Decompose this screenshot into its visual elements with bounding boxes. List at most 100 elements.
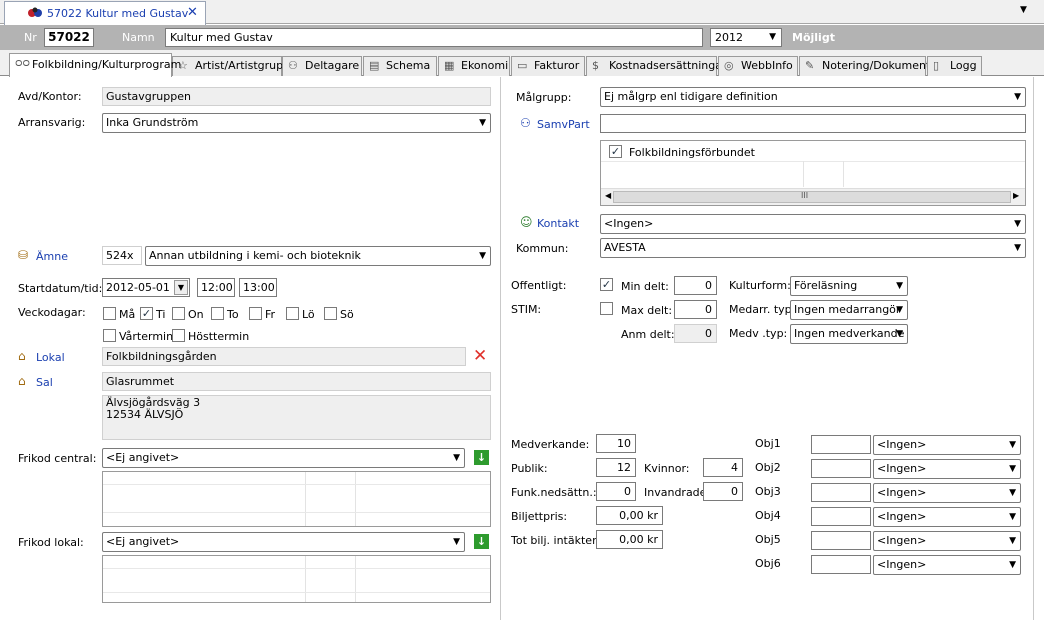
biljettpris-field[interactable]: 0,00 kr [596, 506, 663, 525]
document-tab[interactable]: 57022 Kultur med Gustav ✕ [4, 1, 206, 25]
add-down-arrow-icon[interactable]: ↓ [474, 450, 489, 465]
chevron-down-icon: ▼ [479, 118, 486, 128]
end-time-field[interactable]: 13:00 [239, 278, 277, 297]
obj4-field[interactable] [811, 507, 871, 526]
tab-notering[interactable]: ✎ Notering/Dokument [799, 56, 930, 76]
offentligt-checkbox[interactable]: ✓ [600, 278, 613, 291]
frikod-central-grid[interactable] [102, 471, 491, 527]
start-date-field[interactable]: 2012-05-01 ▼ [102, 278, 190, 297]
max-delt-field[interactable]: 0 [674, 300, 717, 319]
amne-select[interactable]: Annan utbildning i kemi- och bioteknik ▼ [145, 246, 491, 266]
samvpart-link[interactable]: SamvPart [537, 118, 590, 131]
tab-webbinfo[interactable]: ◎ WebbInfo [718, 56, 798, 76]
obj3-select[interactable]: <Ingen> ▼ [873, 483, 1021, 503]
obj1-field[interactable] [811, 435, 871, 454]
obj5-label: Obj5 [755, 533, 781, 546]
medv-value: Ingen medverkande [794, 327, 905, 340]
name-field[interactable]: Kultur med Gustav [165, 28, 703, 47]
samvpart-field[interactable] [600, 114, 1026, 133]
chevron-down-icon: ▼ [479, 251, 486, 261]
horizontal-scrollbar[interactable]: ◀ III ▶ [601, 188, 1025, 205]
name-label: Namn [122, 31, 155, 44]
tab-schema[interactable]: ▤ Schema [363, 56, 437, 76]
kontakt-link[interactable]: Kontakt [537, 217, 579, 230]
frikod-lokal-grid[interactable] [102, 555, 491, 603]
tab-artist[interactable]: ☆ Artist/Artistgrupp [172, 56, 290, 76]
obj3-value: <Ingen> [877, 486, 927, 499]
obj6-select[interactable]: <Ingen> ▼ [873, 555, 1021, 575]
start-time-field[interactable]: 12:00 [197, 278, 235, 297]
day-checkbox-lo[interactable] [286, 307, 299, 320]
lokal-link[interactable]: Lokal [36, 351, 65, 364]
amne-code-field[interactable]: 524x [102, 246, 142, 265]
vartermin-checkbox[interactable] [103, 329, 116, 342]
scroll-left-icon[interactable]: ◀ [605, 191, 611, 200]
sal-link[interactable]: Sal [36, 376, 53, 389]
frikod-lokal-select[interactable]: <Ej angivet> ▼ [102, 532, 465, 552]
obj1-label: Obj1 [755, 437, 781, 450]
panel-edge [1033, 77, 1034, 620]
tab-list-dropdown-icon[interactable]: ▼ [1020, 5, 1027, 15]
medv-select[interactable]: Ingen medverkande ▼ [790, 324, 908, 344]
obj2-select[interactable]: <Ingen> ▼ [873, 459, 1021, 479]
tab-fakturor[interactable]: ▭ Fakturor [511, 56, 585, 76]
money-icon: $ [592, 59, 599, 72]
obj5-field[interactable] [811, 531, 871, 550]
medarr-select[interactable]: Ingen medarrangör ▼ [790, 300, 908, 320]
invandrade-field[interactable]: 0 [703, 482, 743, 501]
totbilj-field[interactable]: 0,00 kr [596, 530, 663, 549]
kommun-value: AVESTA [604, 241, 646, 254]
kontakt-value: <Ingen> [604, 217, 654, 230]
publik-field[interactable]: 12 [596, 458, 636, 477]
kommun-select[interactable]: AVESTA ▼ [600, 238, 1026, 258]
kulturform-select[interactable]: Föreläsning ▼ [790, 276, 908, 296]
min-delt-field[interactable]: 0 [674, 276, 717, 295]
day-checkbox-to[interactable] [211, 307, 224, 320]
arransvarig-select[interactable]: Inka Grundström ▼ [102, 113, 491, 133]
funk-field[interactable]: 0 [596, 482, 636, 501]
chevron-down-icon: ▼ [1014, 219, 1021, 229]
kvinnor-field[interactable]: 4 [703, 458, 743, 477]
obj4-select[interactable]: <Ingen> ▼ [873, 507, 1021, 527]
day-checkbox-fr[interactable] [249, 307, 262, 320]
samvpart-grid[interactable]: ✓ Folkbildningsförbundet ◀ III ▶ [600, 140, 1026, 206]
amne-value: Annan utbildning i kemi- och bioteknik [149, 249, 361, 262]
obj5-select[interactable]: <Ingen> ▼ [873, 531, 1021, 551]
scroll-right-icon[interactable]: ▶ [1013, 191, 1019, 200]
tab-ekonomi[interactable]: ▦ Ekonomi [438, 56, 510, 76]
amne-link[interactable]: Ämne [36, 250, 68, 263]
nr-field[interactable]: 57022 [44, 28, 94, 47]
address-line-2: 12534 ÄLVSJÖ [106, 408, 184, 421]
year-select[interactable]: 2012 ▼ [710, 28, 782, 47]
frikod-central-select[interactable]: <Ej angivet> ▼ [102, 448, 465, 468]
tab-label: Folkbildning/Kulturprogram [32, 58, 182, 71]
scroll-thumb[interactable] [613, 191, 1011, 203]
stim-checkbox[interactable] [600, 302, 613, 315]
obj2-field[interactable] [811, 459, 871, 478]
obj6-field[interactable] [811, 555, 871, 574]
calendar-dropdown-icon[interactable]: ▼ [174, 280, 188, 295]
day-checkbox-ma[interactable] [103, 307, 116, 320]
vartermin-label: Vårtermin [119, 330, 174, 343]
close-tab-icon[interactable]: ✕ [187, 5, 198, 20]
malgrupp-select[interactable]: Ej målgrp enl tidigare definition ▼ [600, 87, 1026, 107]
house-icon: ⌂ [18, 374, 26, 388]
day-checkbox-on[interactable] [172, 307, 185, 320]
tab-folkbildning[interactable]: ᴑᴑ Folkbildning/Kulturprogram [9, 53, 181, 77]
kontakt-select[interactable]: <Ingen> ▼ [600, 214, 1026, 234]
tab-deltagare[interactable]: ⚇ Deltagare [282, 56, 362, 76]
day-checkbox-ti[interactable]: ✓ [140, 307, 153, 320]
day-checkbox-so[interactable] [324, 307, 337, 320]
tab-kostnadsersattningar[interactable]: $ Kostnadsersättningar [586, 56, 727, 76]
obj3-field[interactable] [811, 483, 871, 502]
tab-logg[interactable]: ▯ Logg [927, 56, 982, 76]
day-label: Sö [340, 308, 354, 321]
clear-lokal-icon[interactable]: ✕ [473, 346, 487, 366]
hosttermin-checkbox[interactable] [172, 329, 185, 342]
scroll-grip-icon: III [801, 191, 809, 200]
medverkande-field[interactable]: 10 [596, 434, 636, 453]
offentligt-label: Offentligt: [511, 279, 567, 292]
obj1-select[interactable]: <Ingen> ▼ [873, 435, 1021, 455]
samvpart-item-checkbox[interactable]: ✓ [609, 145, 622, 158]
add-down-arrow-icon[interactable]: ↓ [474, 534, 489, 549]
